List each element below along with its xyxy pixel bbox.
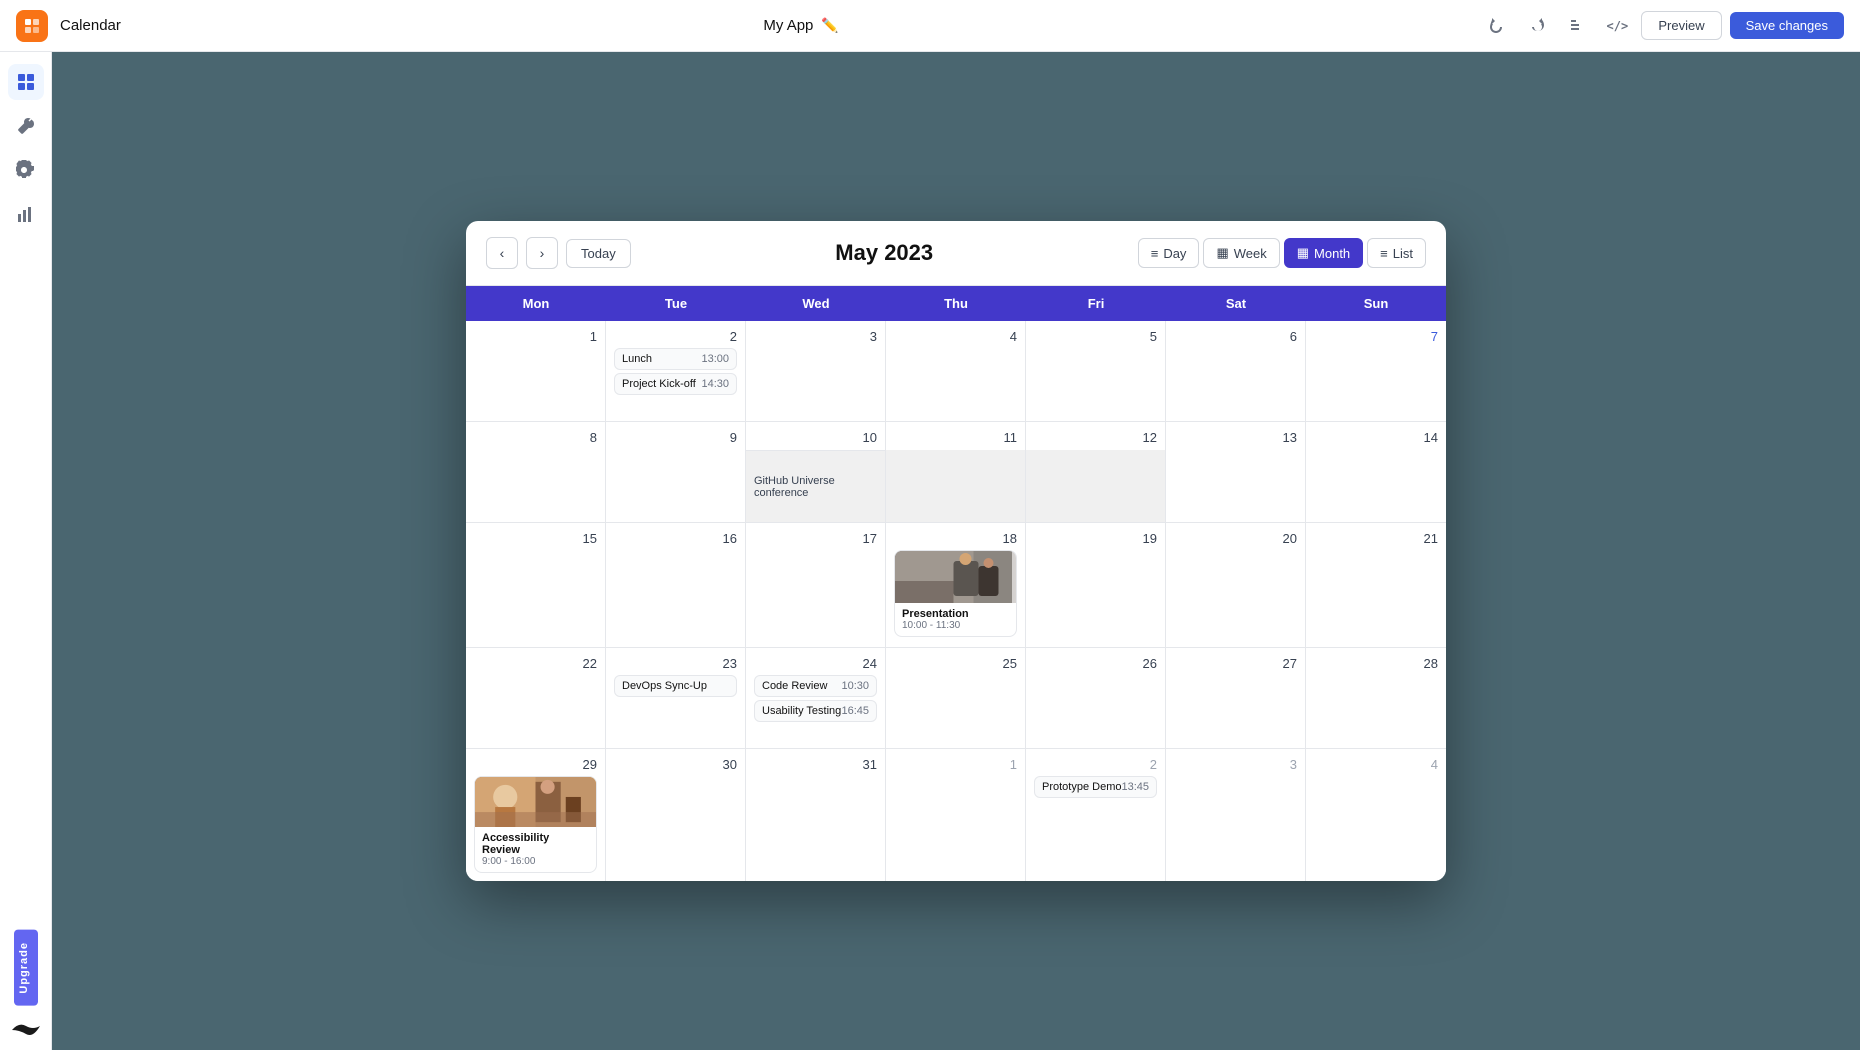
topbar-actions: </> Preview Save changes [1481, 10, 1844, 42]
week-5: 29 [466, 749, 1446, 881]
sidebar-bottom: Upgrade [14, 930, 38, 1006]
cell-may-22[interactable]: 22 [466, 648, 606, 748]
upgrade-banner[interactable]: Upgrade [14, 930, 38, 1006]
cell-may-4[interactable]: 4 [886, 321, 1026, 421]
accessibility-image [475, 777, 596, 827]
header-wed: Wed [746, 286, 886, 321]
calendar-header: ‹ › Today May 2023 ≡ Day ▦ Week ▦ [466, 221, 1446, 285]
cell-may-18[interactable]: 18 [886, 523, 1026, 647]
code-button[interactable]: </> [1601, 10, 1633, 42]
cell-jun-1[interactable]: 1 [886, 749, 1026, 881]
cell-may-10[interactable]: 10 GitHub Universe conference [746, 422, 886, 522]
calendar-nav: ‹ › Today [486, 237, 631, 269]
cell-may-12[interactable]: 12 [1026, 422, 1166, 522]
week-1: 1 2 Lunch13:00 Project Kick-off14:30 3 4… [466, 321, 1446, 422]
cell-may-29[interactable]: 29 [466, 749, 606, 881]
presentation-image [895, 551, 1016, 603]
week-2: 8 9 10 GitHub Universe conference 11 12 [466, 422, 1446, 523]
prev-button[interactable]: ‹ [486, 237, 518, 269]
app-name: My App [763, 17, 813, 34]
week-3: 15 16 17 18 [466, 523, 1446, 648]
cell-may-5[interactable]: 5 [1026, 321, 1166, 421]
header-sat: Sat [1166, 286, 1306, 321]
week-icon: ▦ [1216, 245, 1228, 261]
cell-jun-2[interactable]: 2 Prototype Demo13:45 [1026, 749, 1166, 881]
cell-jun-3[interactable]: 3 [1166, 749, 1306, 881]
event-code-review[interactable]: Code Review10:30 [754, 675, 877, 697]
header-mon: Mon [466, 286, 606, 321]
event-devops[interactable]: DevOps Sync-Up [614, 675, 737, 697]
cell-may-27[interactable]: 27 [1166, 648, 1306, 748]
event-lunch[interactable]: Lunch13:00 [614, 348, 737, 370]
today-button[interactable]: Today [566, 239, 631, 268]
main-content: ‹ › Today May 2023 ≡ Day ▦ Week ▦ [52, 52, 1860, 1050]
event-accessibility[interactable]: Accessibility Review 9:00 - 16:00 [474, 776, 597, 873]
cell-may-26[interactable]: 26 [1026, 648, 1166, 748]
header-thu: Thu [886, 286, 1026, 321]
edit-icon[interactable]: ✏️ [821, 17, 838, 34]
cell-may-8[interactable]: 8 [466, 422, 606, 522]
event-usability-testing[interactable]: Usability Testing16:45 [754, 700, 877, 722]
preview-button[interactable]: Preview [1641, 11, 1721, 40]
cell-may-16[interactable]: 16 [606, 523, 746, 647]
next-button[interactable]: › [526, 237, 558, 269]
list-view-button[interactable]: ≡ List [1367, 238, 1426, 268]
event-prototype-demo[interactable]: Prototype Demo13:45 [1034, 776, 1157, 798]
topbar-title: Calendar [60, 17, 121, 34]
cell-may-9[interactable]: 9 [606, 422, 746, 522]
topbar: Calendar My App ✏️ </> Preview Save chan… [0, 0, 1860, 52]
view-toggle: ≡ Day ▦ Week ▦ Month ≡ List [1138, 238, 1426, 268]
format-button[interactable] [1561, 10, 1593, 42]
cell-may-7[interactable]: 7 [1306, 321, 1446, 421]
cell-may-2[interactable]: 2 Lunch13:00 Project Kick-off14:30 [606, 321, 746, 421]
undo-button[interactable] [1481, 10, 1513, 42]
cell-may-14[interactable]: 14 [1306, 422, 1446, 522]
calendar-grid: Mon Tue Wed Thu Fri Sat Sun 1 2 Lunch13:… [466, 285, 1446, 881]
github-event-label: GitHub Universe conference [754, 475, 877, 499]
cell-may-6[interactable]: 6 [1166, 321, 1306, 421]
cell-may-17[interactable]: 17 [746, 523, 886, 647]
cell-may-28[interactable]: 28 [1306, 648, 1446, 748]
sidebar-item-dashboard[interactable] [8, 64, 44, 100]
sidebar-item-analytics[interactable] [8, 196, 44, 232]
day-view-button[interactable]: ≡ Day [1138, 238, 1200, 268]
calendar-widget: ‹ › Today May 2023 ≡ Day ▦ Week ▦ [466, 221, 1446, 881]
week-view-button[interactable]: ▦ Week [1203, 238, 1279, 268]
month-icon: ▦ [1297, 245, 1309, 261]
list-icon: ≡ [1380, 246, 1388, 261]
cell-may-25[interactable]: 25 [886, 648, 1026, 748]
event-presentation[interactable]: Presentation 10:00 - 11:30 [894, 550, 1017, 637]
cell-jun-4[interactable]: 4 [1306, 749, 1446, 881]
cell-may-23[interactable]: 23 DevOps Sync-Up [606, 648, 746, 748]
day-icon: ≡ [1151, 246, 1159, 261]
cell-may-3[interactable]: 3 [746, 321, 886, 421]
cell-may-21[interactable]: 21 [1306, 523, 1446, 647]
cell-may-30[interactable]: 30 [606, 749, 746, 881]
calendar-title: May 2023 [835, 240, 933, 266]
month-view-button[interactable]: ▦ Month [1284, 238, 1363, 268]
sidebar-item-tools[interactable] [8, 108, 44, 144]
sidebar: Upgrade [0, 52, 52, 1050]
cell-may-1[interactable]: 1 [466, 321, 606, 421]
sidebar-item-settings[interactable] [8, 152, 44, 188]
header-fri: Fri [1026, 286, 1166, 321]
cell-may-13[interactable]: 13 [1166, 422, 1306, 522]
cell-may-31[interactable]: 31 [746, 749, 886, 881]
event-project-kickoff[interactable]: Project Kick-off14:30 [614, 373, 737, 395]
cell-may-24[interactable]: 24 Code Review10:30 Usability Testing16:… [746, 648, 886, 748]
topbar-center: My App ✏️ [133, 17, 1469, 34]
header-tue: Tue [606, 286, 746, 321]
cell-may-20[interactable]: 20 [1166, 523, 1306, 647]
save-button[interactable]: Save changes [1730, 12, 1844, 39]
header-sun: Sun [1306, 286, 1446, 321]
cell-may-11[interactable]: 11 [886, 422, 1026, 522]
bird-logo-icon [12, 1022, 40, 1038]
cell-may-19[interactable]: 19 [1026, 523, 1166, 647]
cell-may-15[interactable]: 15 [466, 523, 606, 647]
days-header: Mon Tue Wed Thu Fri Sat Sun [466, 286, 1446, 321]
app-logo [16, 10, 48, 42]
redo-button[interactable] [1521, 10, 1553, 42]
week-4: 22 23 DevOps Sync-Up 24 Code Review10:30 [466, 648, 1446, 749]
layout: Upgrade ‹ › Today May 2023 ≡ Day [0, 52, 1860, 1050]
